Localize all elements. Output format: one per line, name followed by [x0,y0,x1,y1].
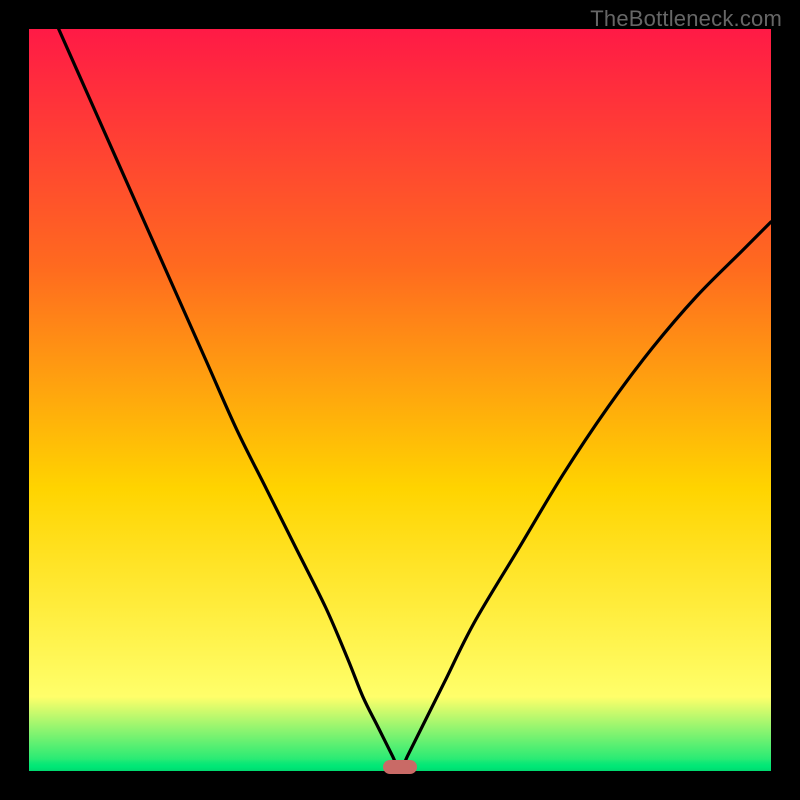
curve-layer [29,29,771,771]
bottleneck-curve [59,29,771,771]
chart-frame: TheBottleneck.com [0,0,800,800]
watermark-text: TheBottleneck.com [590,6,782,32]
optimal-point-marker [383,760,417,774]
plot-area [29,29,771,771]
